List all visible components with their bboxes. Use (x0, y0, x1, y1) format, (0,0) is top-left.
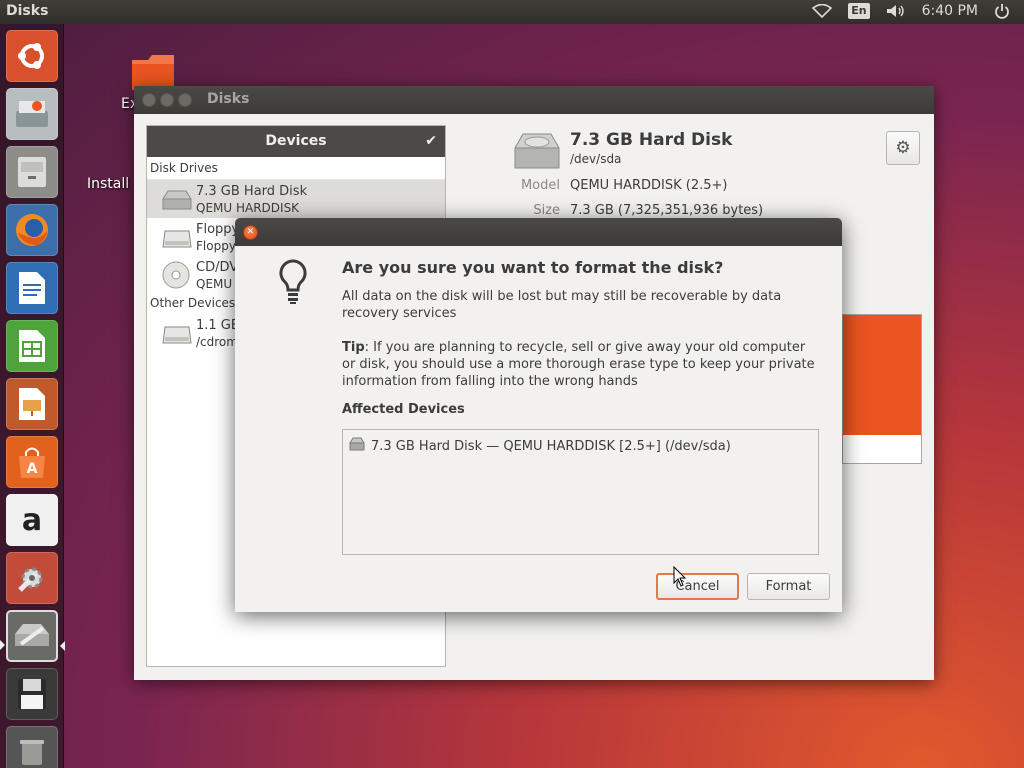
affected-device-text: 7.3 GB Hard Disk — QEMU HARDDISK [2.5+] … (371, 438, 731, 454)
window-maximize-button[interactable] (178, 93, 192, 107)
device-sub: Floppy (196, 239, 236, 253)
focused-indicator (60, 641, 65, 651)
volume-icon[interactable] (886, 4, 906, 18)
affected-devices-list: 7.3 GB Hard Disk — QEMU HARDDISK [2.5+] … (342, 429, 819, 555)
cancel-button[interactable]: Cancel (656, 573, 739, 600)
mouse-cursor-icon (673, 565, 687, 592)
drive-icon (161, 323, 193, 349)
device-name: Floppy (196, 222, 240, 237)
devices-header: Devices ✔ (147, 126, 445, 157)
section-disk-drives: Disk Drives (147, 157, 445, 180)
window-minimize-button[interactable] (160, 93, 174, 107)
volume-map[interactable] (842, 314, 922, 464)
list-item: 7.3 GB Hard Disk — QEMU HARDDISK [2.5+] … (349, 437, 731, 455)
drive-settings-button[interactable]: ⚙ (886, 131, 920, 165)
affected-devices-label: Affected Devices (342, 402, 465, 417)
device-sub: QEMU HARDDISK (196, 201, 300, 215)
wifi-icon[interactable] (812, 4, 833, 18)
language-indicator[interactable]: En (848, 3, 870, 19)
panel-indicators: En 6:40 PM (812, 3, 1010, 19)
floppy-drive-icon (161, 227, 193, 253)
top-panel: Disks En 6:40 PM (0, 0, 1024, 24)
close-icon: ✕ (246, 227, 255, 237)
device-name: 1.1 GB (196, 318, 240, 333)
disks-icon[interactable] (6, 610, 58, 662)
device-sub: QEMU (196, 277, 233, 291)
svg-text:A: A (27, 461, 38, 477)
detail-hard-disk-icon (513, 132, 561, 174)
dialog-tip: Tip: If you are planning to recycle, sel… (342, 339, 822, 390)
dialog-body: All data on the disk will be lost but ma… (342, 289, 782, 321)
files-icon[interactable] (6, 146, 58, 198)
device-sub: /cdrom (196, 335, 238, 349)
window-close-button[interactable] (142, 93, 156, 107)
power-icon[interactable] (994, 3, 1010, 19)
hard-disk-icon (161, 189, 193, 215)
device-name: CD/DV (196, 260, 239, 275)
model-value: QEMU HARDDISK (2.5+) (570, 178, 728, 193)
device-item-hard-disk[interactable]: 7.3 GB Hard Disk QEMU HARDDISK (147, 180, 445, 218)
firefox-icon[interactable] (6, 204, 58, 256)
lightbulb-icon (277, 258, 309, 310)
size-value: 7.3 GB (7,325,351,936 bytes) (570, 203, 764, 218)
install-ubuntu-icon[interactable] (6, 88, 58, 140)
volume-partition[interactable] (843, 315, 921, 435)
dialog-titlebar[interactable]: ✕ (235, 218, 842, 246)
system-settings-icon[interactable] (6, 552, 58, 604)
window-titlebar[interactable]: Disks (134, 86, 934, 114)
ubuntu-software-icon[interactable]: A (6, 436, 58, 488)
tip-text: : If you are planning to recycle, sell o… (342, 340, 815, 389)
amazon-icon[interactable]: a (6, 494, 58, 546)
format-dialog: ✕ Are you sure you want to format the di… (235, 218, 842, 612)
hard-disk-icon (349, 437, 365, 455)
running-indicator (0, 640, 5, 650)
detail-title: 7.3 GB Hard Disk (570, 130, 733, 150)
tip-label: Tip (342, 340, 365, 355)
devices-header-label: Devices (265, 133, 327, 149)
ubuntu-dash-icon[interactable] (6, 30, 58, 82)
trash-icon[interactable] (6, 726, 58, 768)
dialog-close-button[interactable]: ✕ (243, 225, 258, 240)
launcher: A a (0, 24, 65, 768)
clock[interactable]: 6:40 PM (922, 3, 978, 19)
device-name: 7.3 GB Hard Disk (196, 184, 308, 199)
floppy-icon[interactable] (6, 668, 58, 720)
window-title: Disks (207, 91, 250, 107)
format-button[interactable]: Format (747, 573, 830, 600)
detail-path: /dev/sda (570, 152, 622, 166)
check-icon[interactable]: ✔ (425, 126, 437, 157)
gear-icon: ⚙ (895, 138, 911, 158)
libreoffice-writer-icon[interactable] (6, 262, 58, 314)
panel-app-name: Disks (6, 3, 49, 19)
model-label: Model (520, 178, 560, 193)
size-label: Size (533, 203, 560, 218)
libreoffice-calc-icon[interactable] (6, 320, 58, 372)
libreoffice-impress-icon[interactable] (6, 378, 58, 430)
optical-disc-icon (161, 261, 191, 294)
dialog-title: Are you sure you want to format the disk… (342, 258, 724, 277)
